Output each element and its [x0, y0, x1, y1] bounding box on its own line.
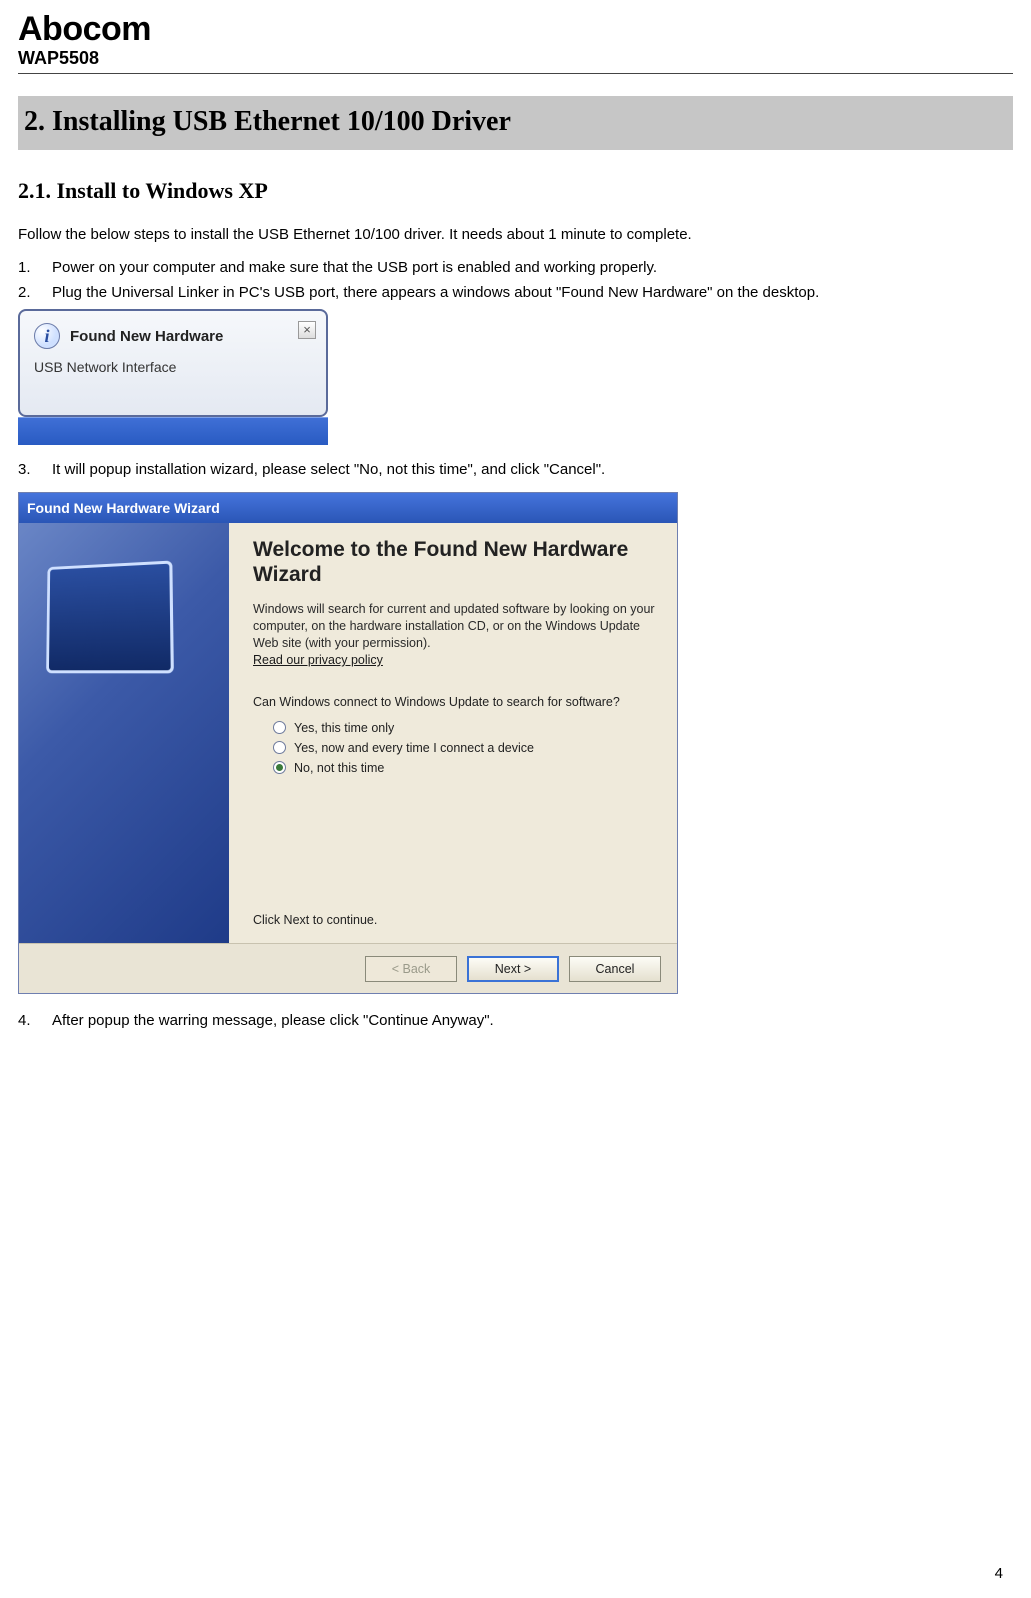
radio-icon[interactable] [273, 741, 286, 754]
step-4: After popup the warring message, please … [18, 1012, 1013, 1029]
hardware-device-icon [46, 561, 174, 674]
balloon-subtitle: USB Network Interface [34, 359, 314, 375]
section-heading: 2. Installing USB Ethernet 10/100 Driver [18, 96, 1013, 150]
step-2: Plug the Universal Linker in PC's USB po… [18, 284, 1013, 301]
radio-option-yes-once[interactable]: Yes, this time only [273, 721, 657, 735]
wizard-radio-group: Yes, this time only Yes, now and every t… [273, 721, 657, 775]
radio-icon[interactable] [273, 721, 286, 734]
wizard-click-next-text: Click Next to continue. [253, 913, 377, 927]
model-name: WAP5508 [18, 48, 1013, 69]
step-3: It will popup installation wizard, pleas… [18, 461, 1013, 478]
hardware-wizard-window: Found New Hardware Wizard Welcome to the… [18, 492, 678, 994]
radio-icon[interactable] [273, 761, 286, 774]
wizard-footer: < Back Next > Cancel [19, 943, 677, 993]
cancel-button[interactable]: Cancel [569, 956, 661, 982]
wizard-heading: Welcome to the Found New Hardware Wizard [253, 537, 657, 587]
wizard-question: Can Windows connect to Windows Update to… [253, 695, 657, 709]
back-button: < Back [365, 956, 457, 982]
privacy-policy-link[interactable]: Read our privacy policy [253, 653, 383, 667]
header-divider [18, 73, 1013, 74]
step-1: Power on your computer and make sure tha… [18, 259, 1013, 276]
steps-list-continued: It will popup installation wizard, pleas… [18, 461, 1013, 478]
found-new-hardware-balloon: × i Found New Hardware USB Network Inter… [18, 309, 328, 445]
wizard-paragraph-text: Windows will search for current and upda… [253, 602, 655, 650]
radio-option-no[interactable]: No, not this time [273, 761, 657, 775]
wizard-side-graphic [19, 523, 229, 943]
wizard-paragraph: Windows will search for current and upda… [253, 601, 657, 669]
close-icon[interactable]: × [298, 321, 316, 339]
brand-name: Abocom [18, 12, 1013, 46]
intro-paragraph: Follow the below steps to install the US… [18, 226, 1013, 243]
radio-label: No, not this time [294, 761, 384, 775]
radio-label: Yes, this time only [294, 721, 394, 735]
balloon-title: Found New Hardware [70, 328, 223, 345]
wizard-titlebar: Found New Hardware Wizard [19, 493, 677, 523]
wizard-body: Welcome to the Found New Hardware Wizard… [19, 523, 677, 943]
radio-option-yes-always[interactable]: Yes, now and every time I connect a devi… [273, 741, 657, 755]
wizard-content: Welcome to the Found New Hardware Wizard… [229, 523, 677, 943]
steps-list: Power on your computer and make sure tha… [18, 259, 1013, 301]
wizard-title: Found New Hardware Wizard [27, 500, 220, 516]
info-icon: i [34, 323, 60, 349]
page-number: 4 [995, 1565, 1003, 1582]
subsection-heading: 2.1. Install to Windows XP [18, 178, 1013, 204]
taskbar-strip [18, 417, 328, 445]
steps-list-continued-2: After popup the warring message, please … [18, 1012, 1013, 1029]
balloon-body: × i Found New Hardware USB Network Inter… [18, 309, 328, 417]
next-button[interactable]: Next > [467, 956, 559, 982]
radio-label: Yes, now and every time I connect a devi… [294, 741, 534, 755]
